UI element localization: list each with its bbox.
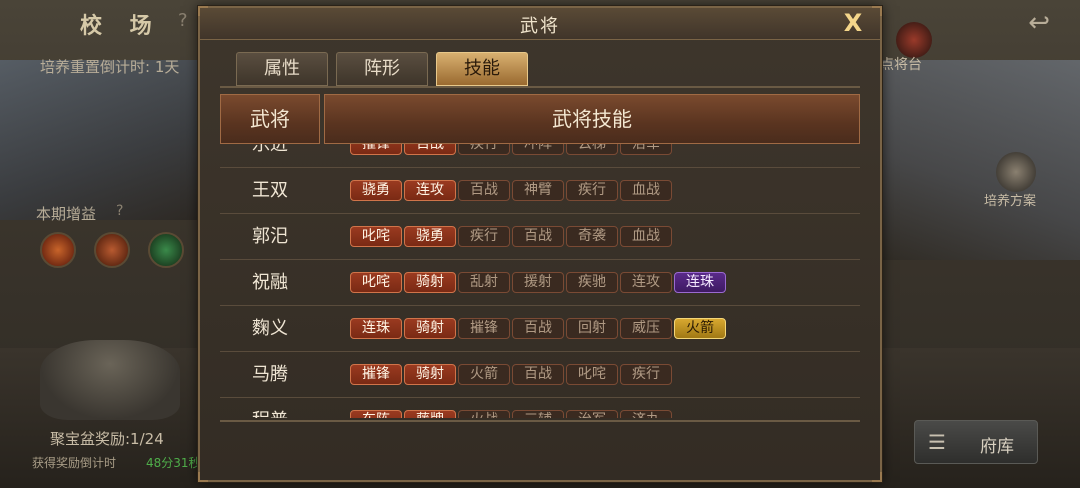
tab-divider xyxy=(220,86,860,88)
table-row[interactable]: 祝融 叱咤 骑射 乱射 援射 疾驰 连攻 连珠 xyxy=(220,260,860,306)
skill-tag[interactable]: 治军 xyxy=(566,410,618,418)
reset-countdown-text: 培养重置倒计时: 1天 xyxy=(40,58,180,76)
bonus-green-icon[interactable] xyxy=(148,232,184,268)
skill-tag[interactable]: 血战 xyxy=(620,226,672,247)
scene-title: 校 场 xyxy=(80,14,162,39)
skill-tag[interactable]: 威压 xyxy=(620,318,672,339)
skill-tag[interactable]: 叱咤 xyxy=(566,364,618,385)
general-stage-label: 点将台 xyxy=(880,57,922,73)
skill-tag[interactable]: 济丸 xyxy=(620,410,672,418)
skill-tag[interactable]: 援射 xyxy=(512,272,564,293)
back-arrow-icon[interactable]: ↩ xyxy=(1028,8,1050,38)
general-name: 王双 xyxy=(252,180,288,201)
skill-tag[interactable]: 火箭 xyxy=(674,318,726,339)
skill-tag[interactable]: 骁勇 xyxy=(404,226,456,247)
training-plan-icon[interactable] xyxy=(996,152,1036,192)
table-row[interactable]: 郭汜 叱咤 骁勇 疾行 百战 奇袭 血战 xyxy=(220,214,860,260)
skill-tag[interactable]: 骑射 xyxy=(404,364,456,385)
skill-tag[interactable]: 连珠 xyxy=(350,318,402,339)
skill-tag[interactable]: 藤牌 xyxy=(404,410,456,418)
skill-tag[interactable]: 血战 xyxy=(620,180,672,201)
skill-tag[interactable]: 骁勇 xyxy=(350,180,402,201)
background-building-left xyxy=(0,60,200,220)
general-stage-icon[interactable] xyxy=(896,22,932,58)
table-row[interactable]: 麴义 连珠 骑射 摧锋 百战 回射 威压 火箭 xyxy=(220,306,860,352)
skill-tag[interactable]: 疾驰 xyxy=(566,272,618,293)
skill-tag[interactable]: 叱咤 xyxy=(350,272,402,293)
general-name: 郭汜 xyxy=(252,226,288,247)
generals-skill-list[interactable]: 乐进 摧锋 百战 疾行 冲阵 云梯 治军 王双 骁勇 连攻 百战 神臂 疾行 血战 郭汜 叱咤 骁勇 疾行 百战 奇袭… xyxy=(220,144,860,418)
training-plan-label: 培养方案 xyxy=(984,194,1037,209)
skill-tag[interactable]: 百战 xyxy=(458,180,510,201)
table-row[interactable]: 乐进 摧锋 百战 疾行 冲阵 云梯 治军 xyxy=(220,144,860,168)
skill-tag[interactable]: 三辅 xyxy=(512,410,564,418)
general-name: 程普 xyxy=(220,398,320,418)
period-help-icon[interactable]: ? xyxy=(116,203,123,219)
skill-tag[interactable]: 疾行 xyxy=(566,180,618,201)
skill-tag[interactable]: 疾行 xyxy=(458,226,510,247)
treasure-reward-text: 聚宝盆奖励:1/24 xyxy=(50,430,164,448)
general-name: 马腾 xyxy=(252,364,288,385)
skill-tag[interactable]: 叱咤 xyxy=(350,226,402,247)
skill-tag[interactable]: 摧锋 xyxy=(350,364,402,385)
tab-skills[interactable]: 技能 xyxy=(436,52,528,86)
skill-tag[interactable]: 摧锋 xyxy=(458,318,510,339)
skill-tag[interactable]: 乱射 xyxy=(458,272,510,293)
background-building-right xyxy=(880,60,1080,260)
skill-tag[interactable]: 车阵 xyxy=(350,410,402,418)
skill-tag[interactable]: 疾行 xyxy=(620,364,672,385)
skill-tag[interactable]: 云梯 xyxy=(566,144,618,155)
table-row[interactable]: 程普车阵藤牌火战三辅治军济丸 xyxy=(220,398,860,418)
storage-label: 府库 xyxy=(980,437,1014,457)
skill-tag[interactable]: 疾行 xyxy=(458,144,510,155)
corner-ornament xyxy=(872,472,882,482)
skill-tag[interactable]: 奇袭 xyxy=(566,226,618,247)
skill-tag[interactable]: 连攻 xyxy=(620,272,672,293)
skill-tag[interactable]: 回射 xyxy=(566,318,618,339)
skill-tag[interactable]: 治军 xyxy=(620,144,672,155)
skill-tag[interactable]: 百战 xyxy=(512,364,564,385)
skill-tag[interactable]: 火战 xyxy=(458,410,510,418)
reward-countdown-value: 48分31秒 xyxy=(146,456,201,470)
skill-tag[interactable]: 骑射 xyxy=(404,272,456,293)
skill-tag[interactable]: 火箭 xyxy=(458,364,510,385)
skill-tag[interactable]: 冲阵 xyxy=(512,144,564,155)
scene-help-icon[interactable]: ? xyxy=(178,10,188,31)
treasure-bowl-icon[interactable] xyxy=(40,340,180,420)
column-header-skills: 武将技能 xyxy=(324,94,860,144)
skill-tag[interactable]: 百战 xyxy=(512,226,564,247)
dialog-header: 武将 X xyxy=(200,8,880,40)
dialog-title: 武将 xyxy=(520,16,560,37)
skill-tag[interactable]: 百战 xyxy=(404,144,456,155)
corner-ornament xyxy=(198,472,208,482)
list-bottom-divider xyxy=(220,420,860,422)
bonus-warrior-icon[interactable] xyxy=(94,232,130,268)
close-button[interactable]: X xyxy=(840,10,866,36)
bonus-fire-icon[interactable] xyxy=(40,232,76,268)
skill-tag[interactable]: 连攻 xyxy=(404,180,456,201)
table-row[interactable]: 马腾 摧锋 骑射 火箭 百战 叱咤 疾行 xyxy=(220,352,860,398)
column-header-general: 武将 xyxy=(220,94,320,144)
skill-tag[interactable]: 百战 xyxy=(512,318,564,339)
tab-formation[interactable]: 阵形 xyxy=(336,52,428,86)
skill-tag[interactable]: 神臂 xyxy=(512,180,564,201)
skill-tag[interactable]: 连珠 xyxy=(674,272,726,293)
general-name: 祝融 xyxy=(252,272,288,293)
general-name: 乐进 xyxy=(252,144,288,155)
reward-countdown-label: 获得奖励倒计时 xyxy=(32,456,117,470)
table-row[interactable]: 王双 骁勇 连攻 百战 神臂 疾行 血战 xyxy=(220,168,860,214)
general-name: 麴义 xyxy=(252,318,288,339)
tab-attributes[interactable]: 属性 xyxy=(236,52,328,86)
period-bonus-label: 本期增益 xyxy=(36,205,97,223)
skill-tag[interactable]: 骑射 xyxy=(404,318,456,339)
storage-icon: ☰ xyxy=(928,430,946,454)
skill-tag[interactable]: 摧锋 xyxy=(350,144,402,155)
generals-dialog: 武将 X 属性 阵形 技能 武将 武将技能 乐进 摧锋 百战 疾行 冲阵 云梯 治军 王双 骁勇… xyxy=(198,6,882,482)
